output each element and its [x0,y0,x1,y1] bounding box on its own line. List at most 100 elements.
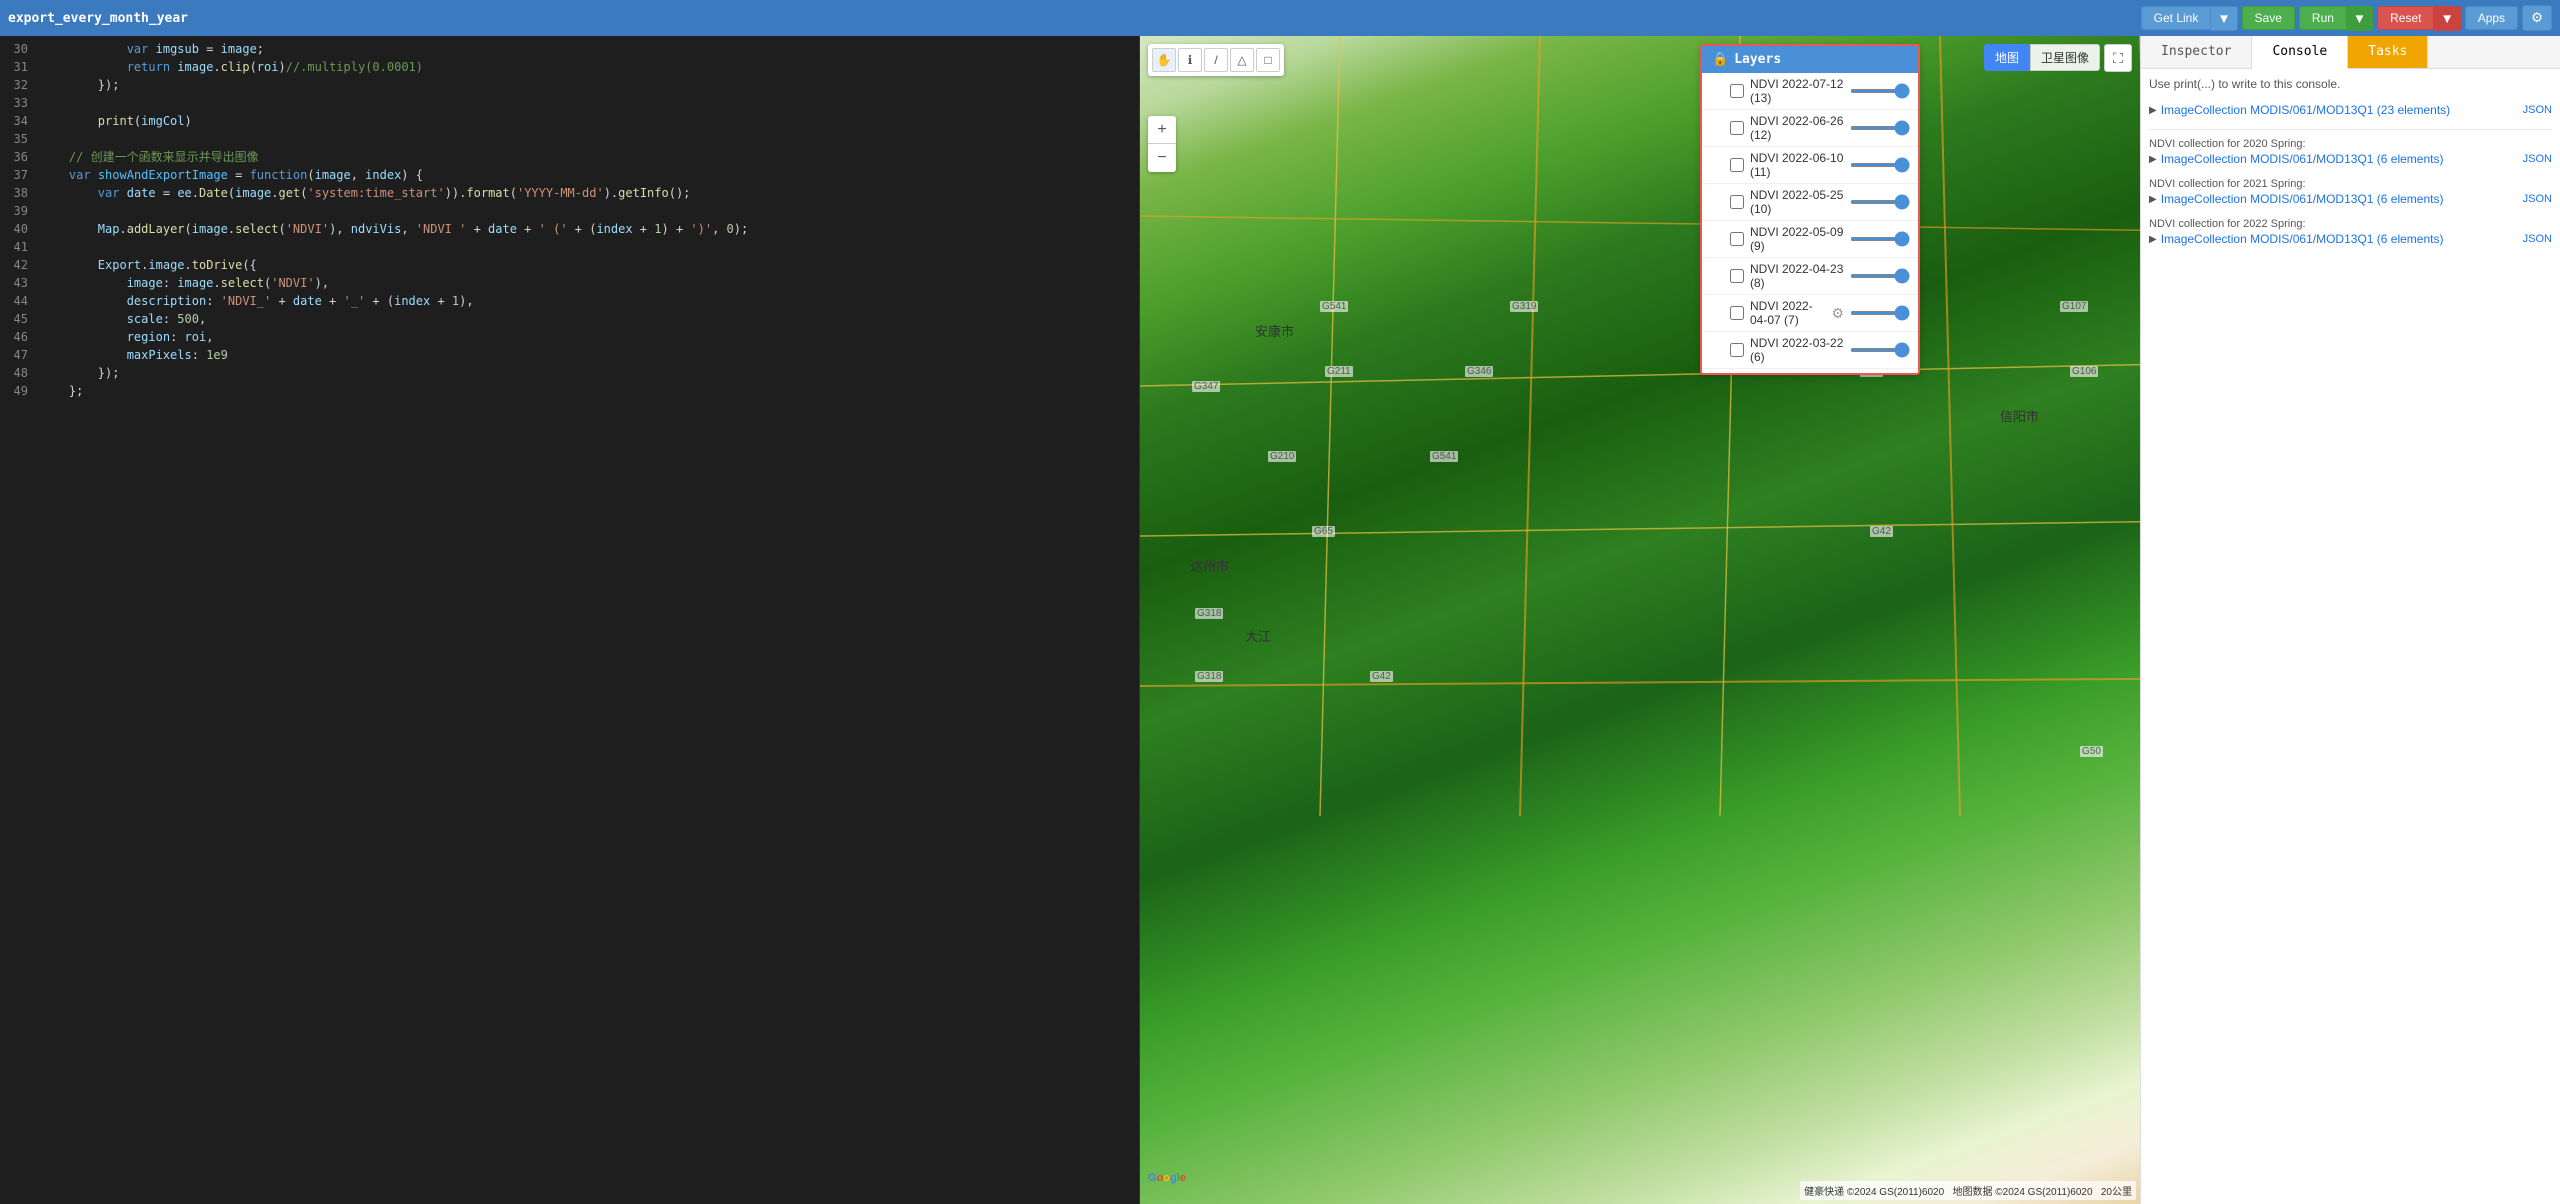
polygon-tool[interactable]: △ [1230,48,1254,72]
zoom-out-button[interactable]: − [1148,144,1176,172]
map-type-satellite[interactable]: 卫星图像 [2030,44,2100,71]
json-link-2[interactable]: JSON [2523,193,2552,205]
road-g65: G65 [1312,526,1335,537]
map-area[interactable]: ✋ ℹ / △ □ + − 地图 卫星图像 ⛶ 安康市 信阳市 达州市 铜陵市 … [1140,36,2140,1204]
entry-label-2: NDVI collection for 2021 Spring: [2149,178,2552,190]
layer-item-4[interactable]: NDVI 2022-05-09 (9) [1702,221,1918,258]
layer-name-3: NDVI 2022-05-25 (10) [1750,188,1844,216]
tab-console[interactable]: Console [2252,36,2348,69]
save-button[interactable]: Save [2242,6,2295,30]
hand-tool[interactable]: ✋ [1152,48,1176,72]
map-terrain [1140,36,2140,1204]
layer-gear-icon-6[interactable]: ⚙ [1831,305,1844,322]
apps-button[interactable]: Apps [2465,6,2518,30]
layer-opacity-slider-4[interactable] [1850,237,1910,241]
code-line-43: 43 image: image.select('NDVI'), [0,274,1139,292]
line-tool[interactable]: / [1204,48,1228,72]
road-g541-1: G541 [1320,301,1348,312]
layer-name-6: NDVI 2022-04-07 (7) [1750,299,1825,327]
zoom-controls: + − [1148,116,1176,172]
json-link-0[interactable]: JSON [2523,104,2552,116]
arrow-icon-1: ▶ [2149,154,2157,165]
road-g210: G210 [1268,451,1296,462]
entry-header-0[interactable]: ▶ ImageCollection MODIS/061/MOD13Q1 (23 … [2149,103,2552,117]
run-group: Run ▼ [2299,6,2373,31]
road-g318-2: G318 [1195,671,1223,682]
layer-item-6[interactable]: NDVI 2022-04-07 (7) ⚙ [1702,295,1918,332]
arrow-icon-2: ▶ [2149,194,2157,205]
entry-header-2[interactable]: ▶ ImageCollection MODIS/061/MOD13Q1 (6 e… [2149,192,2552,206]
code-line-41: 41 [0,238,1139,256]
get-link-button[interactable]: Get Link [2141,6,2211,30]
entry-header-3[interactable]: ▶ ImageCollection MODIS/061/MOD13Q1 (6 e… [2149,232,2552,246]
layer-item-5[interactable]: NDVI 2022-04-23 (8) [1702,258,1918,295]
layer-checkbox-6[interactable] [1730,306,1744,320]
reset-arrow[interactable]: ▼ [2433,6,2460,31]
code-line-47: 47 maxPixels: 1e9 [0,346,1139,364]
layers-list[interactable]: NDVI 2022-07-12 (13) NDVI 2022-06-26 (12)… [1702,73,1918,373]
layer-opacity-slider-7[interactable] [1850,348,1910,352]
city-xinyang: 信阳市 [2000,406,2039,425]
layer-opacity-slider-1[interactable] [1850,126,1910,130]
road-g42-2: G42 [1370,671,1393,682]
entry-text-3: ImageCollection MODIS/061/MOD13Q1 (6 ele… [2161,232,2444,246]
layer-checkbox-3[interactable] [1730,195,1744,209]
zoom-in-button[interactable]: + [1148,116,1176,144]
layers-header: 🔒 Layers [1702,46,1918,73]
layer-checkbox-0[interactable] [1730,84,1744,98]
layer-item-1[interactable]: NDVI 2022-06-26 (12) [1702,110,1918,147]
layer-item-2[interactable]: NDVI 2022-06-10 (11) [1702,147,1918,184]
layer-item-0[interactable]: NDVI 2022-07-12 (13) [1702,73,1918,110]
road-g211: G211 [1325,366,1353,377]
layer-item-7[interactable]: NDVI 2022-03-22 (6) [1702,332,1918,369]
map-attribution: 健豪快递 ©2024 GS(2011)6020 地图数据 ©2024 GS(20… [1800,1181,2136,1200]
rect-tool[interactable]: □ [1256,48,1280,72]
layer-opacity-slider-3[interactable] [1850,200,1910,204]
layer-opacity-slider-2[interactable] [1850,163,1910,167]
map-toolbar: ✋ ℹ / △ □ [1148,44,1284,76]
layer-item-3[interactable]: NDVI 2022-05-25 (10) [1702,184,1918,221]
road-g318: G318 [1195,608,1223,619]
layer-name-0: NDVI 2022-07-12 (13) [1750,77,1844,105]
tab-tasks[interactable]: Tasks [2348,36,2428,68]
info-tool[interactable]: ℹ [1178,48,1202,72]
layer-item-8[interactable]: NDVI 2022-03-06 (5) [1702,369,1918,373]
run-button[interactable]: Run [2299,6,2346,30]
layer-opacity-slider-5[interactable] [1850,274,1910,278]
code-editor[interactable]: 30 var imgsub = image; 31 return image.c… [0,36,1140,1204]
reset-group: Reset ▼ [2377,6,2461,31]
entry-label-1: NDVI collection for 2020 Spring: [2149,138,2552,150]
json-link-1[interactable]: JSON [2523,153,2552,165]
layer-name-4: NDVI 2022-05-09 (9) [1750,225,1844,253]
json-link-3[interactable]: JSON [2523,233,2552,245]
layer-opacity-slider-6[interactable] [1850,311,1910,315]
city-ankang: 安康市 [1255,321,1294,340]
fullscreen-button[interactable]: ⛶ [2104,44,2132,72]
layer-checkbox-2[interactable] [1730,158,1744,172]
settings-button[interactable]: ⚙ [2522,5,2552,31]
lock-icon: 🔒 [1712,52,1728,67]
layer-checkbox-4[interactable] [1730,232,1744,246]
layer-checkbox-7[interactable] [1730,343,1744,357]
layer-checkbox-1[interactable] [1730,121,1744,135]
road-g346: G346 [1465,366,1493,377]
map-type-map[interactable]: 地图 [1984,44,2030,71]
code-line-48: 48 }); [0,364,1139,382]
run-arrow[interactable]: ▼ [2346,6,2373,31]
arrow-icon-0: ▶ [2149,105,2157,116]
get-link-arrow[interactable]: ▼ [2210,6,2237,31]
main-content: 30 var imgsub = image; 31 return image.c… [0,36,2560,1204]
entry-header-1[interactable]: ▶ ImageCollection MODIS/061/MOD13Q1 (6 e… [2149,152,2552,166]
reset-button[interactable]: Reset [2377,6,2433,30]
code-line-35: 35 [0,130,1139,148]
tab-inspector[interactable]: Inspector [2141,36,2252,68]
project-title: export_every_month_year [8,11,2133,26]
layer-opacity-slider-0[interactable] [1850,89,1910,93]
code-line-36: 36 // 创建一个函数来显示并导出图像 [0,148,1139,166]
layer-name-5: NDVI 2022-04-23 (8) [1750,262,1844,290]
layer-checkbox-5[interactable] [1730,269,1744,283]
city-dazhou: 达州市 [1190,556,1229,575]
console-content[interactable]: Use print(...) to write to this console.… [2141,69,2560,1204]
console-entry-3: NDVI collection for 2022 Spring: ▶ Image… [2149,218,2552,246]
google-logo: Google [1148,1172,1186,1184]
